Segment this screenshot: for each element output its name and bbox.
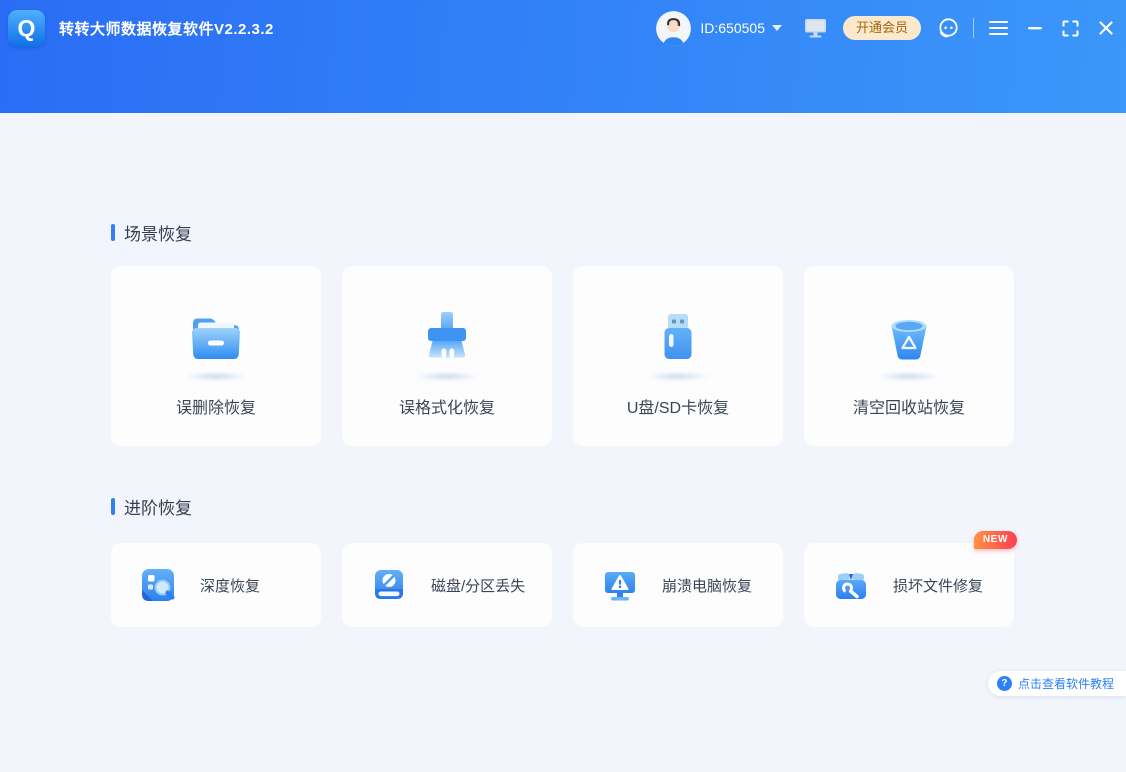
app-logo-icon: Q xyxy=(8,10,45,47)
user-id[interactable]: ID:650505 xyxy=(700,20,765,36)
tutorial-help-button[interactable]: ? 点击查看软件教程 xyxy=(988,671,1126,696)
card-usb-sd-recovery[interactable]: U盘/SD卡恢复 xyxy=(573,266,783,446)
hamburger-menu-icon xyxy=(989,21,1008,36)
file-repair-icon xyxy=(831,565,871,605)
card-disk-partition-loss[interactable]: 磁盘/分区丢失 xyxy=(342,543,552,627)
help-label: 点击查看软件教程 xyxy=(1018,675,1114,692)
section-accent-bar xyxy=(111,498,115,515)
recycle-bin-icon xyxy=(877,305,941,369)
section-title-scene: 场景恢复 xyxy=(111,222,1014,242)
card-file-repair[interactable]: NEW 损坏文件修复 xyxy=(804,543,1014,627)
card-label: 损坏文件修复 xyxy=(893,575,983,596)
crashed-pc-icon xyxy=(600,565,640,605)
card-format-recovery[interactable]: 误格式化恢复 xyxy=(342,266,552,446)
section-title-text: 场景恢复 xyxy=(124,220,192,245)
card-label: 崩溃电脑恢复 xyxy=(662,575,752,596)
close-button[interactable] xyxy=(1098,20,1114,36)
card-label: 误格式化恢复 xyxy=(399,394,495,418)
broom-icon xyxy=(415,305,479,369)
section-title-advanced: 进阶恢复 xyxy=(111,496,1014,516)
minimize-button[interactable] xyxy=(1027,20,1043,36)
icon-shadow xyxy=(876,372,942,381)
vip-upgrade-button[interactable]: 开通会员 xyxy=(843,16,921,40)
minimize-icon xyxy=(1027,20,1043,36)
card-deleted-file-recovery[interactable]: 误删除恢复 xyxy=(111,266,321,446)
card-label: 深度恢复 xyxy=(200,575,260,596)
question-circle-icon: ? xyxy=(997,676,1012,691)
card-deep-recovery[interactable]: 深度恢复 xyxy=(111,543,321,627)
chevron-down-icon[interactable] xyxy=(772,25,782,31)
customer-service-icon[interactable] xyxy=(936,16,960,40)
card-label: U盘/SD卡恢复 xyxy=(627,394,729,418)
advanced-card-grid: 深度恢复 磁盘/分区丢失 xyxy=(111,543,1014,627)
card-crashed-pc-recovery[interactable]: 崩溃电脑恢复 xyxy=(573,543,783,627)
close-icon xyxy=(1098,20,1114,36)
usb-drive-icon xyxy=(646,305,710,369)
new-badge: NEW xyxy=(974,531,1017,549)
maximize-icon xyxy=(1062,20,1079,37)
section-title-text: 进阶恢复 xyxy=(124,494,192,519)
icon-shadow xyxy=(414,372,480,381)
maximize-button[interactable] xyxy=(1062,20,1079,37)
disk-partition-icon xyxy=(369,565,409,605)
icon-shadow xyxy=(645,372,711,381)
scene-card-grid: 误删除恢复 误格式化恢复 xyxy=(111,266,1014,446)
folder-icon xyxy=(184,305,248,369)
user-avatar-icon xyxy=(656,11,691,46)
logo-letter: Q xyxy=(18,15,36,42)
deep-scan-icon xyxy=(138,565,178,605)
hamburger-menu-button[interactable] xyxy=(989,21,1008,36)
header-divider xyxy=(973,18,974,38)
device-monitor-icon[interactable] xyxy=(804,18,827,38)
card-label: 磁盘/分区丢失 xyxy=(431,575,525,596)
icon-shadow xyxy=(183,372,249,381)
card-label: 清空回收站恢复 xyxy=(853,394,965,418)
user-avatar[interactable] xyxy=(656,11,691,46)
card-label: 误删除恢复 xyxy=(176,394,256,418)
card-recycle-bin-recovery[interactable]: 清空回收站恢复 xyxy=(804,266,1014,446)
title-bar: Q 转转大师数据恢复软件V2.2.3.2 ID:650505 xyxy=(0,0,1126,113)
section-accent-bar xyxy=(111,224,115,241)
main-content: 场景恢复 误删除恢复 xyxy=(111,113,1014,627)
app-title: 转转大师数据恢复软件V2.2.3.2 xyxy=(59,18,274,39)
